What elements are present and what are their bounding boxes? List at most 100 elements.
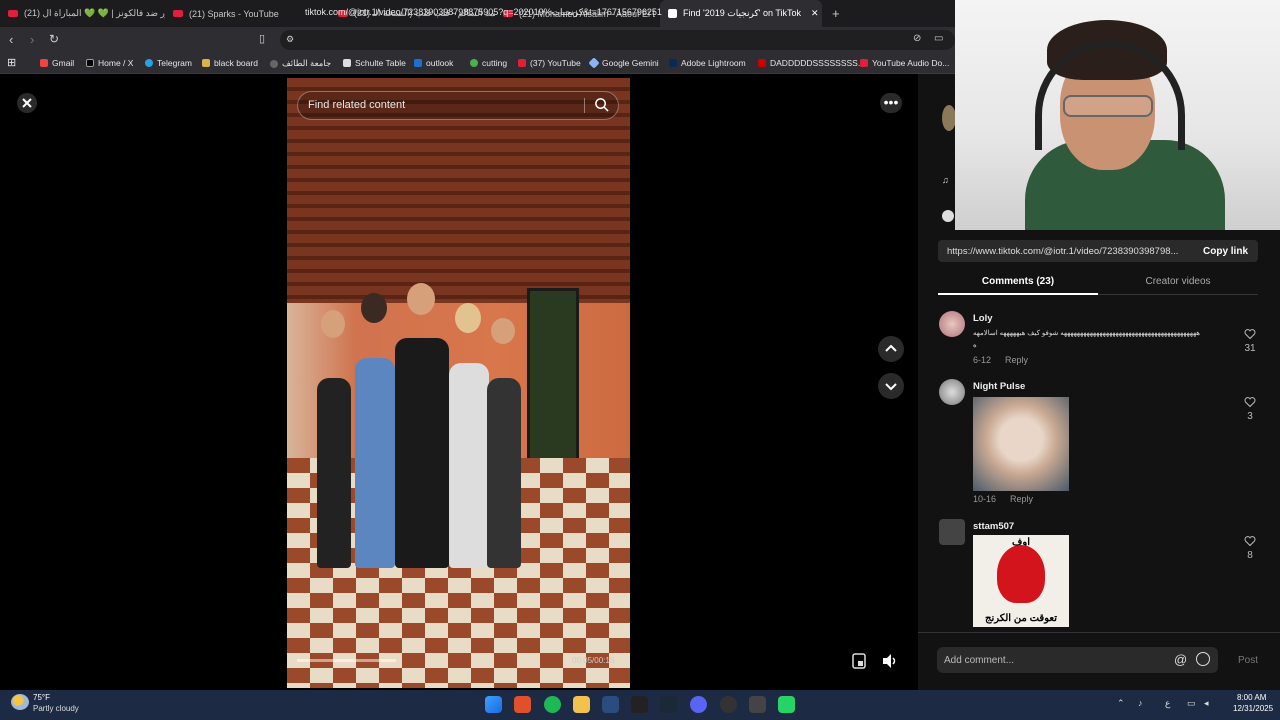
bookmark-item[interactable]: cutting — [470, 58, 507, 68]
emoji-icon[interactable] — [1196, 652, 1210, 666]
speaker-icon[interactable]: ◂ — [1204, 698, 1209, 709]
address-bar[interactable] — [280, 30, 955, 50]
close-tab-icon[interactable]: ✕ — [811, 8, 819, 19]
copy-link-button[interactable]: Copy link — [1203, 246, 1248, 257]
bookmark-item[interactable]: outlook — [414, 58, 453, 68]
sticker-figure — [997, 545, 1045, 603]
previous-video-icon[interactable] — [878, 336, 904, 362]
webcam-overlay — [955, 0, 1280, 230]
bookmark-icon[interactable]: ▯ — [259, 32, 265, 45]
bookmark-item[interactable]: black board — [202, 58, 258, 68]
start-icon[interactable] — [485, 696, 502, 713]
bookmark-item[interactable]: Gmail — [40, 58, 74, 68]
search-icon[interactable] — [594, 97, 609, 112]
heart-icon[interactable] — [1244, 328, 1256, 340]
bookmark-item[interactable]: Google Gemini — [588, 57, 659, 69]
avatar[interactable] — [939, 379, 965, 405]
browser-tab[interactable]: (21) باور ضد فالكونز | 💚 💚 المباراة ال — [0, 0, 165, 27]
steam-icon[interactable] — [660, 696, 677, 713]
video-frame — [527, 288, 579, 468]
site-settings-icon[interactable]: ⚙ — [286, 34, 294, 45]
forward-icon[interactable]: › — [30, 32, 34, 47]
active-tab-indicator — [938, 293, 1098, 295]
back-icon[interactable]: ‹ — [9, 32, 13, 47]
weather-temp[interactable]: 75°F — [33, 693, 50, 702]
reply-button[interactable]: Reply — [1010, 494, 1033, 504]
bookmark-item[interactable]: Home / X — [86, 58, 133, 68]
weather-icon[interactable] — [11, 694, 29, 710]
epic-games-icon[interactable] — [631, 696, 648, 713]
share-link-text[interactable]: https://www.tiktok.com/@iotr.1/video/723… — [947, 246, 1192, 257]
gmail-icon — [40, 59, 48, 67]
like-count: 31 — [1244, 343, 1256, 354]
lightroom-icon — [669, 59, 677, 67]
heart-icon[interactable] — [1244, 535, 1256, 547]
music-icon: ♫ — [942, 175, 949, 185]
reload-icon[interactable]: ↻ — [49, 32, 59, 46]
comment-text: هههههههههههههههههههههههههههههههههههههههه… — [973, 330, 1201, 337]
youtube-icon — [8, 10, 18, 17]
tab-creator-videos[interactable]: Creator videos — [1098, 276, 1258, 287]
picture-in-picture-icon[interactable] — [850, 652, 868, 670]
avatar[interactable] — [939, 311, 965, 337]
bookmark-item[interactable]: جامعة الطائف — [270, 58, 331, 69]
reply-button[interactable]: Reply — [1005, 355, 1028, 365]
related-search-placeholder: Find related content — [308, 99, 406, 111]
video-player[interactable] — [287, 78, 630, 688]
tray-chevron-icon[interactable]: ⌃ — [1117, 698, 1125, 709]
clock-date[interactable]: 12/31/2025 — [1233, 704, 1273, 713]
tab-comments[interactable]: Comments (23) — [938, 276, 1098, 287]
url-text[interactable]: tiktok.com/@iotr.1/video/723839039879887… — [305, 7, 662, 18]
window-icon[interactable]: ▭ — [934, 33, 943, 44]
volume-icon[interactable] — [880, 652, 900, 670]
settings-icon[interactable] — [749, 696, 766, 713]
like-count: 3 — [1247, 411, 1253, 422]
post-button[interactable]: Post — [1238, 655, 1258, 666]
avatar[interactable] — [939, 519, 965, 545]
comment-text: ه — [973, 342, 977, 349]
weather-desc[interactable]: Partly cloudy — [33, 704, 79, 713]
comment-username[interactable]: Loly — [973, 313, 993, 324]
app-icon[interactable] — [778, 696, 795, 713]
add-comment-placeholder: Add comment... — [944, 655, 1015, 666]
obs-icon[interactable] — [720, 696, 737, 713]
bookmark-item[interactable]: Adobe Lightroom — [669, 58, 746, 68]
video-frame — [449, 363, 489, 568]
language-indicator[interactable]: ع — [1165, 698, 1170, 709]
bookmark-item[interactable]: (37) YouTube — [518, 58, 581, 68]
close-video-icon[interactable] — [17, 93, 37, 113]
comment-username[interactable]: Night Pulse — [973, 381, 1025, 392]
browser-tab-active[interactable]: Find '2019 كرنجيات' on TikTok ✕ — [660, 0, 822, 27]
mention-button[interactable]: @ — [1174, 652, 1187, 667]
discord-icon[interactable] — [690, 696, 707, 713]
video-frame — [407, 283, 435, 315]
drive-icon — [470, 59, 478, 67]
cast-icon[interactable]: ⊘ — [913, 33, 921, 44]
comment-username[interactable]: sttam507 — [973, 521, 1014, 532]
bookmark-item[interactable]: YouTube Audio Do... — [860, 58, 949, 68]
app-icon[interactable] — [602, 696, 619, 713]
tab-label: (21) باور ضد فالكونز | 💚 💚 المباراة ال — [24, 8, 165, 18]
youtube-icon — [758, 59, 766, 67]
heart-icon[interactable] — [1244, 396, 1256, 408]
brave-icon[interactable] — [514, 696, 531, 713]
new-tab-button[interactable]: + — [824, 0, 844, 27]
file-explorer-icon[interactable] — [573, 696, 590, 713]
creator-info-partial: ♫ — [930, 95, 956, 225]
microphone-icon[interactable]: ♪ — [1138, 698, 1143, 708]
like-icon[interactable] — [942, 210, 954, 222]
video-progress-bar[interactable] — [297, 659, 396, 662]
comment-image[interactable]: اوف تعوقت من الكرنج — [973, 535, 1069, 627]
next-video-icon[interactable] — [878, 373, 904, 399]
sticker-caption: تعوقت من الكرنج — [984, 613, 1057, 624]
bookmark-item[interactable]: Telegram — [145, 58, 192, 68]
video-time: 00:05/00:15 — [572, 656, 615, 665]
clock-time[interactable]: 8:00 AM — [1237, 693, 1266, 702]
bookmark-item[interactable]: Schulte Table — [343, 58, 406, 68]
more-options-icon[interactable]: ••• — [880, 93, 902, 113]
network-icon[interactable]: ▭ — [1187, 698, 1196, 709]
apps-icon[interactable]: ⊞ — [7, 56, 16, 69]
bookmark-item[interactable]: DADDDDDSSSSSSSS... — [758, 58, 865, 68]
spotify-icon[interactable] — [544, 696, 561, 713]
comment-image[interactable] — [973, 397, 1069, 491]
